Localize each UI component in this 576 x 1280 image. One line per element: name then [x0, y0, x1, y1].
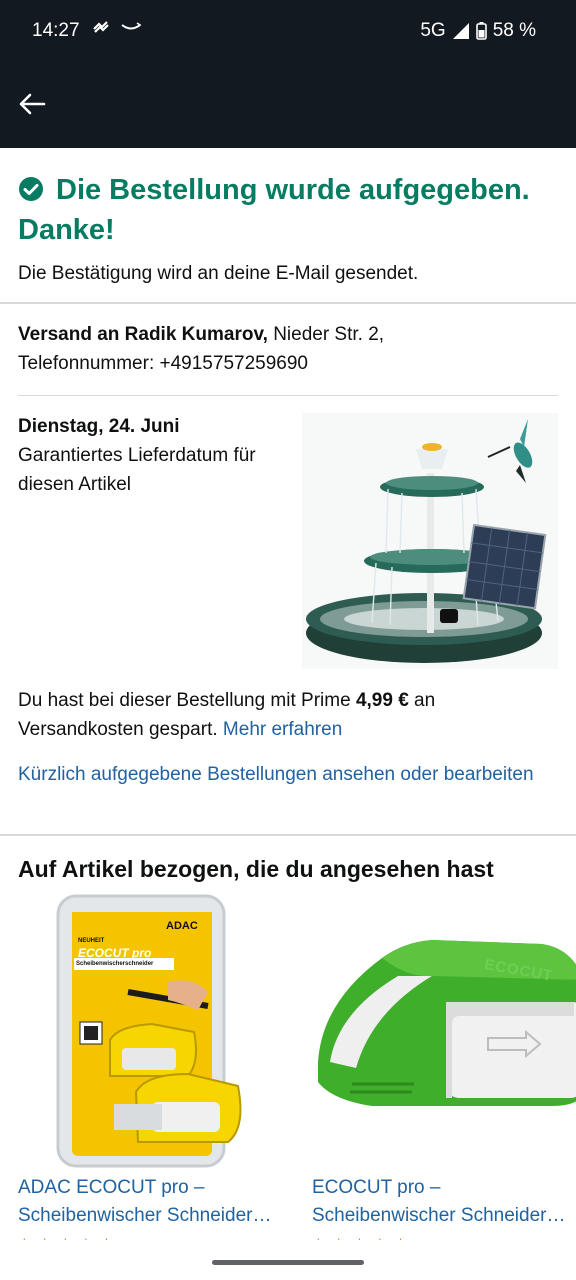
sync-icon — [93, 21, 109, 33]
scraper-product-image — [312, 892, 576, 1172]
notification-icons — [92, 20, 142, 34]
view-orders-link[interactable]: Kürzlich aufgegebene Bestellungen ansehe… — [18, 760, 538, 789]
package-subtitle-label: Scheibenwischerschneider — [76, 961, 154, 967]
package-badge-label: NEUHEIT — [78, 938, 105, 944]
section-divider — [0, 302, 576, 304]
status-bar: 14:27 5G 58 % — [0, 0, 576, 62]
arrow-left-icon — [19, 93, 46, 115]
check-circle-icon — [19, 177, 43, 201]
related-section-title: Auf Artikel bezogen, die du angesehen ha… — [18, 856, 494, 882]
recommendation-title[interactable]: ECOCUT pro – Scheibenwischer Schneider… — [312, 1174, 576, 1230]
home-indicator[interactable] — [212, 1260, 364, 1265]
back-button[interactable] — [14, 86, 50, 122]
recommendation-title-line1: ADAC ECOCUT pro – — [18, 1177, 205, 1198]
product-image[interactable] — [302, 413, 558, 669]
confirmation-title: Die Bestellung wurde aufgegeben. Danke! — [18, 170, 558, 250]
recommendation-image[interactable]: ADAC NEUHEIT ECOCUT pro Scheibenwischers… — [18, 892, 300, 1172]
status-time: 14:27 — [32, 20, 80, 41]
recommendation-card[interactable]: ECOCUT ECOCUT pro – Scheibenwischer Schn… — [312, 892, 576, 1240]
divider — [18, 395, 558, 396]
battery-icon — [475, 22, 487, 40]
shipping-street: Nieder Str. 2, — [273, 324, 385, 345]
section-divider — [0, 834, 576, 836]
recommendation-title-line1: ECOCUT pro – — [312, 1177, 441, 1198]
product-package-image — [18, 892, 300, 1172]
savings-amount: 4,99 € — [355, 690, 409, 711]
fountain-image — [302, 413, 558, 669]
recommendation-image[interactable]: ECOCUT — [312, 892, 576, 1172]
recommendation-title[interactable]: ADAC ECOCUT pro – Scheibenwischer Schnei… — [18, 1174, 300, 1230]
package-brand-label: ADAC — [166, 920, 198, 932]
network-label: 5G — [420, 20, 446, 41]
recommendation-title-line2: Scheibenwischer Schneider… — [312, 1205, 566, 1226]
recommendation-title-line2: Scheibenwischer Schneider… — [18, 1205, 272, 1226]
confirmation-subtitle: Die Bestätigung wird an deine E-Mail ges… — [18, 263, 419, 284]
smile-icon — [121, 22, 142, 30]
delivery-date: Dienstag, 24. Juni — [18, 416, 180, 437]
status-right: 5G 58 % — [420, 20, 536, 42]
package-product-label: ECOCUT pro — [78, 946, 152, 960]
rating-stars: ★★★★★ — [312, 1230, 576, 1240]
signal-icon — [452, 23, 469, 39]
savings-text-before: Du hast bei dieser Bestellung mit Prime — [18, 690, 356, 711]
delivery-description: Garantiertes Lieferdatum für diesen Arti… — [18, 445, 256, 495]
confirmation-title-text: Die Bestellung wurde aufgegeben. Danke! — [18, 174, 530, 246]
app-bar — [0, 62, 576, 148]
learn-more-link[interactable]: Mehr erfahren — [223, 719, 342, 740]
delivery-info: Dienstag, 24. Juni Garantiertes Lieferda… — [18, 412, 288, 499]
battery-label: 58 % — [492, 20, 536, 41]
confirmation-section: Die Bestellung wurde aufgegeben. Danke! … — [0, 148, 576, 288]
shipping-label: Versand an Radik Kumarov, — [18, 324, 268, 345]
shipping-phone: Telefonnummer: +4915757259690 — [18, 353, 308, 374]
recommendation-card[interactable]: ADAC NEUHEIT ECOCUT pro Scheibenwischers… — [18, 892, 300, 1240]
prime-savings: Du hast bei dieser Bestellung mit Prime … — [18, 686, 558, 744]
shipping-address: Versand an Radik Kumarov, Nieder Str. 2,… — [18, 320, 558, 378]
rating-stars: ★★★★★ — [18, 1230, 300, 1240]
